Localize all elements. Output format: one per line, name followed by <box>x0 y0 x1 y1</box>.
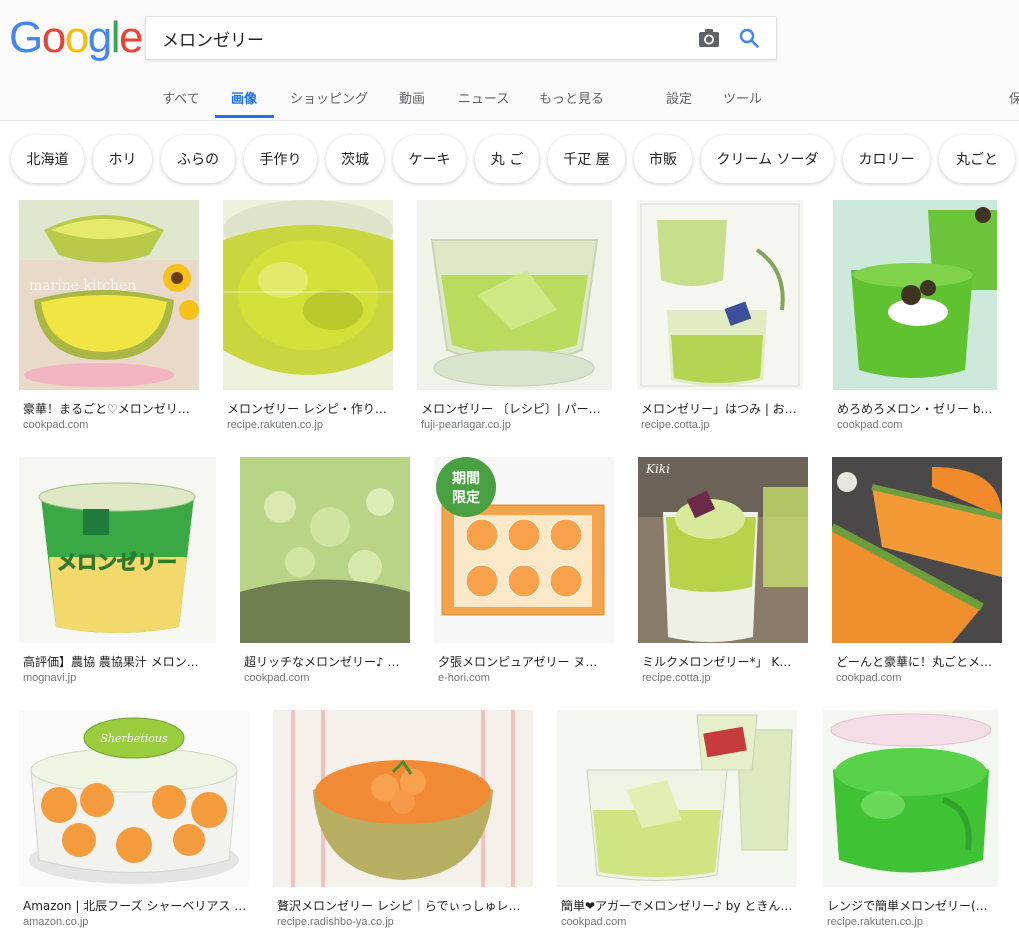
badge-line-1: 期間 <box>452 471 480 487</box>
result-domain: cookpad.com <box>837 419 903 431</box>
result-title[interactable]: 超リッチなメロンゼリー♪ … <box>244 653 410 670</box>
chip-furano[interactable]: ふらの <box>161 135 235 183</box>
result-domain: mognavi.jp <box>23 672 77 684</box>
chip-whole[interactable]: 丸 ご <box>475 135 539 183</box>
result-title[interactable]: メロンゼリー レシピ・作り… <box>227 400 393 417</box>
chip-handmade[interactable]: 手作り <box>244 135 317 183</box>
result-domain: recipe.rakuten.co.jp <box>827 916 923 928</box>
result-title[interactable]: メロンゼリー 〔レシピ〕| パー… <box>421 400 611 417</box>
result-thumbnail[interactable] <box>417 200 612 390</box>
result-title[interactable]: レンジで簡単メロンゼリー(… <box>827 897 997 914</box>
image-result[interactable]: メロンゼリー」はつみ | お… recipe.cotta.jp <box>637 200 804 438</box>
image-result[interactable]: 超リッチなメロンゼリー♪ … cookpad.com <box>240 457 411 693</box>
result-title[interactable]: 豪華！まるごと♡メロンゼリ… <box>23 400 197 417</box>
chip-hori[interactable]: ホリ <box>93 135 152 183</box>
result-thumbnail[interactable]: Sherbetious <box>19 710 249 887</box>
result-domain: recipe.rakuten.co.jp <box>227 419 323 431</box>
package-label: Sherbetious <box>100 732 168 745</box>
image-result[interactable]: Sherbetious Amazon | 北辰フーズ シャーベリアス … ama… <box>19 710 250 942</box>
result-title[interactable]: Amazon | 北辰フーズ シャーベリアス … <box>23 897 247 914</box>
chip-store-bought[interactable]: 市販 <box>634 135 692 183</box>
image-result[interactable]: メロンゼリー レシピ・作り… recipe.rakuten.co.jp <box>223 200 394 438</box>
result-title[interactable]: めろめろメロン・ゼリー b… <box>837 400 997 417</box>
result-thumbnail[interactable] <box>833 200 997 390</box>
result-domain: fuji-pearlagar.co.jp <box>421 419 511 431</box>
chip-hokkaido[interactable]: 北海道 <box>11 135 84 183</box>
image-result[interactable]: どーんと豪華に！丸ごとメ… cookpad.com <box>832 457 1003 693</box>
result-title[interactable]: 高評価】農協 農協果汁 メロン… <box>23 653 217 670</box>
result-title[interactable]: メロンゼリー」はつみ | お… <box>641 400 803 417</box>
result-thumbnail[interactable] <box>240 457 410 643</box>
package-label: メロンゼリー <box>57 550 177 574</box>
result-thumbnail[interactable] <box>223 200 393 390</box>
result-domain: recipe.cotta.jp <box>641 419 710 431</box>
tab-images[interactable]: 画像 <box>231 88 257 107</box>
result-domain: cookpad.com <box>561 916 627 928</box>
badge-line-2: 限定 <box>452 489 480 506</box>
tab-more[interactable]: もっと見る <box>539 88 604 107</box>
google-logo[interactable]: Google <box>9 13 143 62</box>
image-result[interactable]: marine kitchen 豪華！まるごと♡メロンゼリ… cookpad.co… <box>19 200 200 438</box>
result-domain: cookpad.com <box>23 419 89 431</box>
chip-cake[interactable]: ケーキ <box>393 135 466 183</box>
tab-videos[interactable]: 動画 <box>399 88 425 107</box>
thumbnail-watermark: marine kitchen <box>29 278 136 294</box>
result-domain: recipe.radishbo-ya.co.jp <box>277 916 394 928</box>
logo-letter: g <box>87 13 112 62</box>
active-tab-indicator <box>215 115 274 118</box>
result-thumbnail[interactable] <box>637 200 803 390</box>
search-input[interactable] <box>162 26 682 50</box>
chip-cream-soda[interactable]: クリーム ソーダ <box>701 135 834 183</box>
result-domain: recipe.cotta.jp <box>642 672 711 684</box>
result-thumbnail[interactable]: メロンゼリー <box>19 457 216 643</box>
result-title[interactable]: 簡単❤アガーでメロンゼリー♪ by ときん… <box>561 897 795 914</box>
logo-letter: o <box>41 13 66 62</box>
result-thumbnail[interactable] <box>557 710 797 887</box>
result-domain: e-hori.com <box>438 672 490 684</box>
search-icon[interactable] <box>738 27 760 49</box>
chip-marugoto[interactable]: 丸ごと <box>939 135 1015 183</box>
camera-icon[interactable] <box>697 27 721 49</box>
image-result[interactable]: レンジで簡単メロンゼリー(… recipe.rakuten.co.jp <box>823 710 999 942</box>
chip-ibaraki[interactable]: 茨城 <box>326 135 384 183</box>
thumbnail-watermark: Kiki <box>645 462 670 476</box>
image-result[interactable]: Kiki ミルクメロンゼリー*」 K… recipe.cotta.jp <box>638 457 809 693</box>
result-thumbnail[interactable] <box>823 710 998 887</box>
result-thumbnail[interactable]: 期間 限定 <box>434 457 614 643</box>
image-result[interactable]: メロンゼリー 高評価】農協 農協果汁 メロン… mognavi.jp <box>19 457 217 693</box>
tools-link[interactable]: ツール <box>723 88 762 107</box>
header: Google すべて 画像 ショッピング 動画 ニュース もっと見る 設定 ツー… <box>0 0 1019 121</box>
logo-letter: e <box>118 13 143 62</box>
image-result[interactable]: 簡単❤アガーでメロンゼリー♪ by ときん… cookpad.com <box>557 710 798 942</box>
result-thumbnail[interactable] <box>273 710 533 887</box>
image-result[interactable]: 贅沢メロンゼリー レシピ｜らでぃっしゅレ… recipe.radishbo-ya… <box>273 710 534 942</box>
result-domain: cookpad.com <box>836 672 902 684</box>
image-result[interactable]: 期間 限定 夕張メロンピュアゼリー ヌ… e-hori.com <box>434 457 615 693</box>
logo-letter: l <box>110 13 121 62</box>
safesearch-link[interactable]: 保 <box>1009 88 1019 107</box>
logo-letter: G <box>9 13 43 62</box>
result-title[interactable]: ミルクメロンゼリー*」 K… <box>642 653 808 670</box>
logo-letter: o <box>64 13 89 62</box>
settings-link[interactable]: 設定 <box>666 88 692 107</box>
result-title[interactable]: 贅沢メロンゼリー レシピ｜らでぃっしゅレ… <box>277 897 531 914</box>
result-title[interactable]: どーんと豪華に！丸ごとメ… <box>836 653 1002 670</box>
image-result[interactable]: めろめろメロン・ゼリー b… cookpad.com <box>833 200 998 438</box>
result-domain: cookpad.com <box>244 672 310 684</box>
chip-sembikiya[interactable]: 千疋 屋 <box>548 135 625 183</box>
result-title[interactable]: 夕張メロンピュアゼリー ヌ… <box>438 653 614 670</box>
tab-all[interactable]: すべて <box>162 88 200 107</box>
result-domain: amazon.co.jp <box>23 916 89 928</box>
tab-shopping[interactable]: ショッピング <box>290 88 368 107</box>
result-thumbnail[interactable]: Kiki <box>638 457 808 643</box>
search-box <box>145 16 777 60</box>
image-result[interactable]: メロンゼリー 〔レシピ〕| パー… fuji-pearlagar.co.jp <box>417 200 613 438</box>
result-thumbnail[interactable] <box>832 457 1002 643</box>
chip-calorie[interactable]: カロリー <box>843 135 930 183</box>
result-thumbnail[interactable]: marine kitchen <box>19 200 199 390</box>
tab-news[interactable]: ニュース <box>458 88 509 107</box>
